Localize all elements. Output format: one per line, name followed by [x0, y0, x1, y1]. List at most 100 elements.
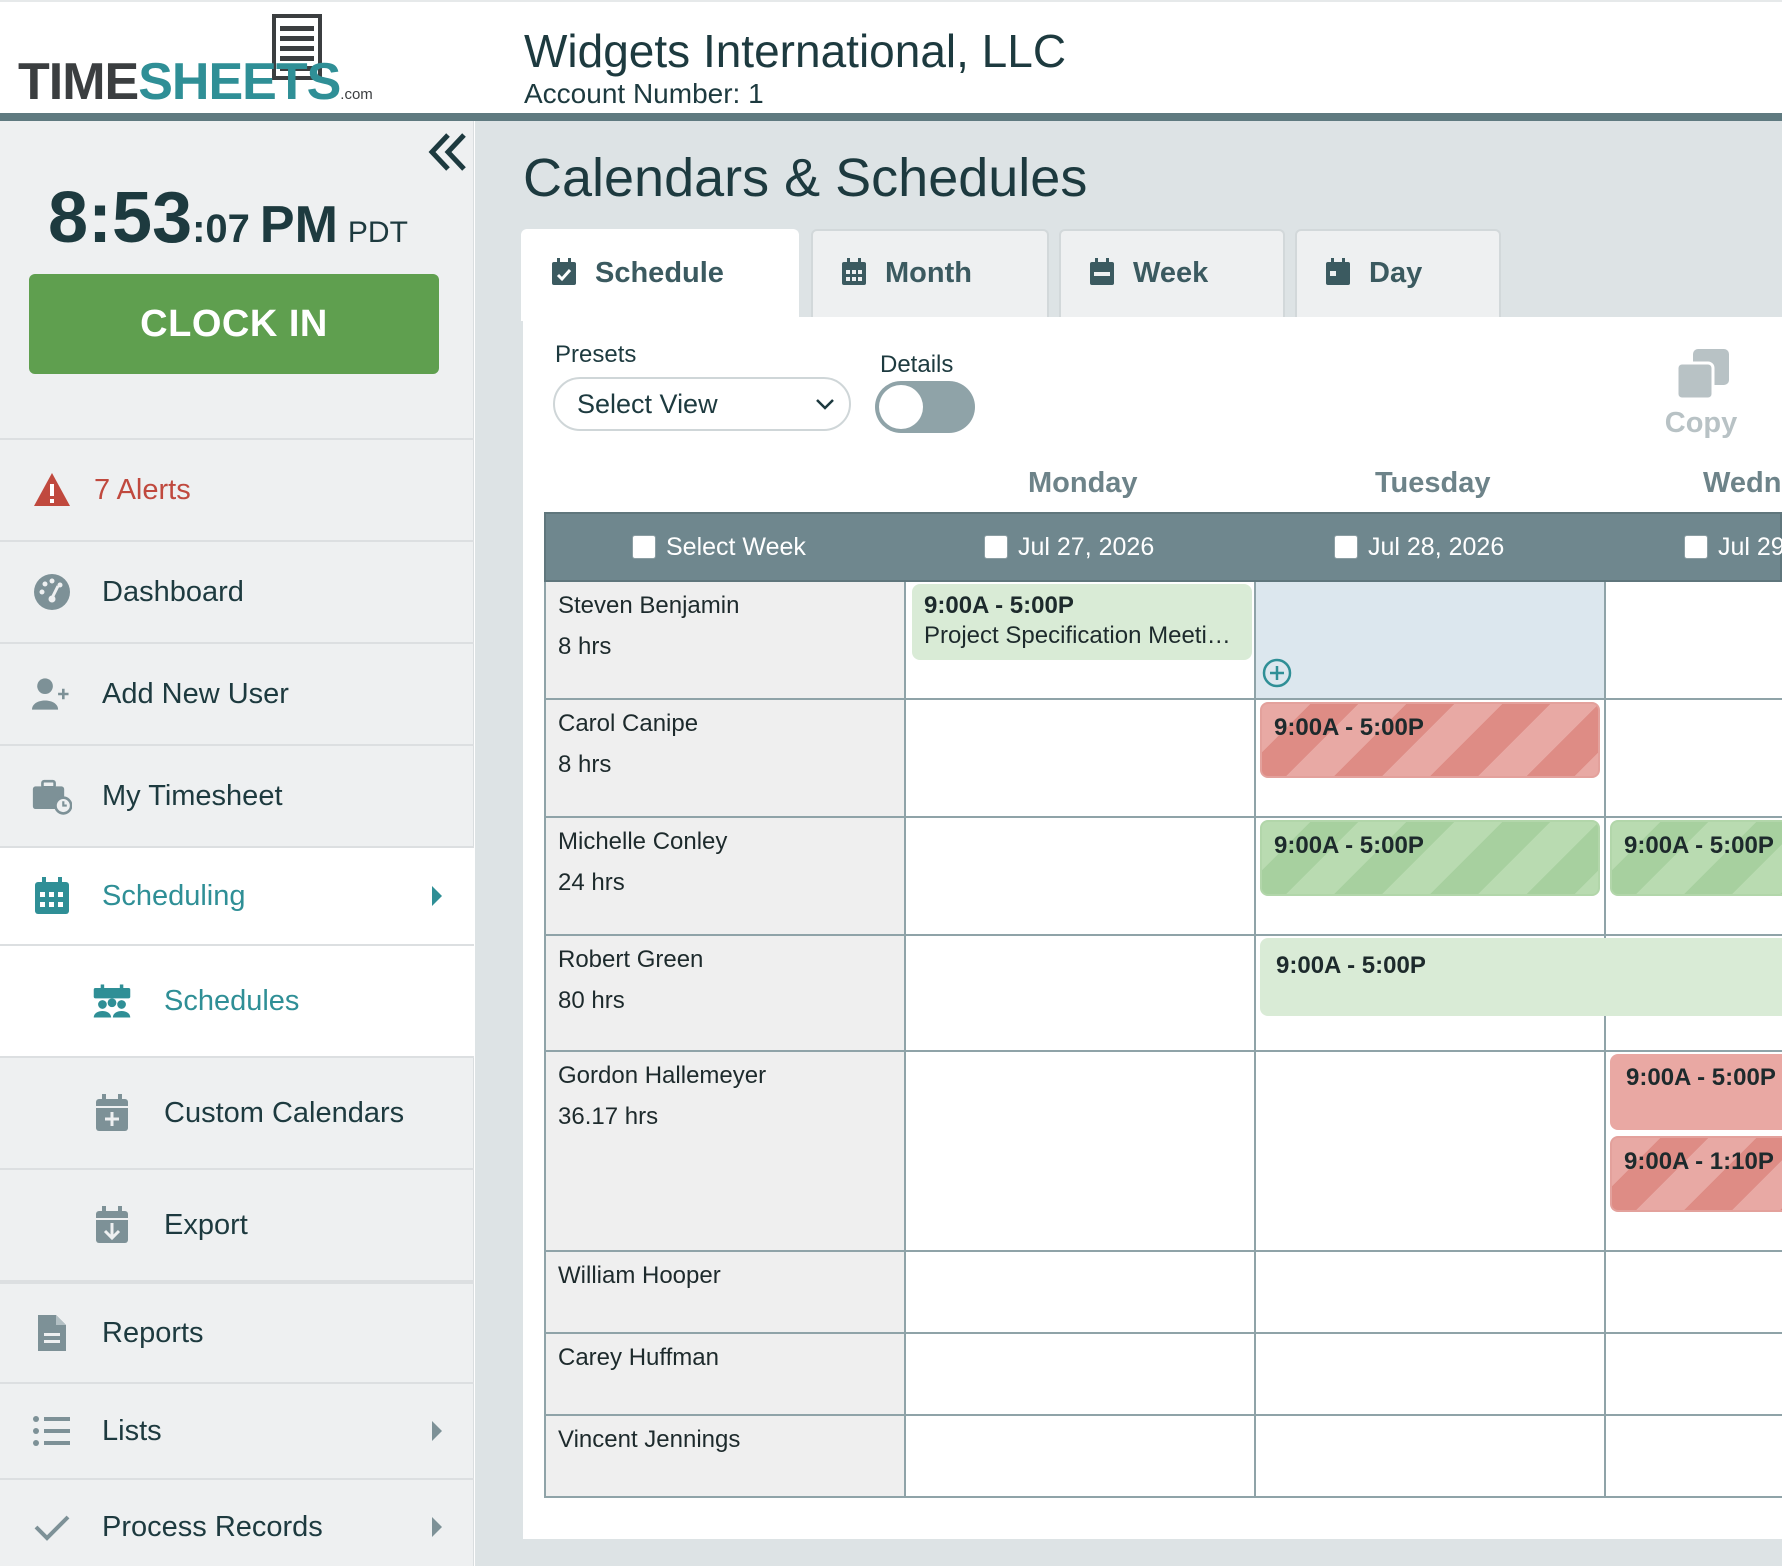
details-toggle[interactable]: [875, 381, 975, 433]
employee-cell[interactable]: Carey Huffman: [546, 1334, 906, 1414]
presets-label: Presets: [555, 341, 637, 368]
sidebar: 8:53:07 PM PDT CLOCK IN 7 Alerts Dashboard: [0, 121, 474, 1566]
logo-wordmark: TIMESHEETS.com: [18, 53, 373, 111]
schedule-panel: Presets Select View Details Copy Monday …: [523, 317, 1782, 1539]
day-cell[interactable]: [1606, 582, 1782, 698]
sidebar-item-scheduling[interactable]: Scheduling: [0, 846, 474, 944]
shift-block[interactable]: 9:00A - 5:00P: [1260, 820, 1600, 896]
table-row: Vincent Jennings: [544, 1416, 1782, 1498]
day-header-wednesday: Wedne: [1703, 467, 1782, 499]
collapse-sidebar-icon[interactable]: [424, 127, 474, 177]
day-cell[interactable]: [906, 700, 1256, 816]
calendar-week-icon: [1090, 258, 1114, 285]
table-row: Michelle Conley 24 hrs 9:00A - 5:00P 9:00…: [544, 818, 1782, 936]
date-checkbox-wednesday[interactable]: Jul 29: [1684, 514, 1782, 580]
sidebar-item-label: Schedules: [164, 984, 300, 1017]
shift-block[interactable]: 9:00A - 5:00P Project Specification Meeti…: [912, 584, 1252, 660]
sidebar-item-custom-calendars[interactable]: Custom Calendars: [0, 1056, 474, 1168]
day-cell[interactable]: [1256, 1416, 1606, 1496]
timesheets-logo[interactable]: TIMESHEETS.com: [18, 14, 373, 111]
day-header-tuesday: Tuesday: [1375, 467, 1491, 499]
employee-cell[interactable]: Gordon Hallemeyer 36.17 hrs: [546, 1052, 906, 1250]
day-cell[interactable]: [1256, 1052, 1606, 1250]
day-cell[interactable]: [1606, 700, 1782, 816]
day-cell[interactable]: [1606, 1334, 1782, 1414]
sidebar-item-lists[interactable]: Lists: [0, 1382, 474, 1478]
calendar-grid-icon: [35, 877, 69, 914]
chevron-down-icon: [816, 399, 834, 410]
table-row: William Hooper: [544, 1252, 1782, 1334]
shift-block[interactable]: 9:00A - 1:10P: [1610, 1136, 1782, 1212]
caret-right-icon: [432, 1421, 442, 1441]
checkbox[interactable]: [984, 535, 1008, 559]
date-checkbox-tuesday[interactable]: Jul 28, 2026: [1334, 514, 1504, 580]
sidebar-item-process-records[interactable]: Process Records: [0, 1478, 474, 1566]
day-cell[interactable]: [1256, 1252, 1606, 1332]
day-cell[interactable]: [906, 818, 1256, 934]
sidebar-item-alerts[interactable]: 7 Alerts: [0, 438, 474, 540]
toggle-knob: [879, 385, 923, 429]
employee-cell[interactable]: Carol Canipe 8 hrs: [546, 700, 906, 816]
presets-select[interactable]: Select View: [553, 377, 851, 431]
employee-cell[interactable]: Michelle Conley 24 hrs: [546, 818, 906, 934]
employee-cell[interactable]: Robert Green 80 hrs: [546, 936, 906, 1050]
sidebar-item-my-timesheet[interactable]: My Timesheet: [0, 744, 474, 846]
day-cell[interactable]: [906, 936, 1256, 1050]
sidebar-item-label: Add New User: [102, 677, 289, 710]
day-cell[interactable]: [906, 1052, 1256, 1250]
list-icon: [33, 1416, 70, 1446]
table-row: Steven Benjamin 8 hrs 9:00A - 5:00P Projec…: [544, 582, 1782, 700]
tab-month[interactable]: Month: [811, 229, 1049, 319]
sidebar-item-schedules[interactable]: Schedules: [0, 944, 474, 1056]
sidebar-item-label: 7 Alerts: [94, 473, 191, 506]
table-row: Gordon Hallemeyer 36.17 hrs 9:00A - 5:00P…: [544, 1052, 1782, 1252]
grid-header-row: Select Week Jul 27, 2026 Jul 28, 2026 Ju…: [544, 512, 1782, 582]
shift-block[interactable]: 9:00A - 5:00P: [1610, 820, 1782, 896]
dashboard-gauge-icon: [34, 574, 70, 610]
sidebar-item-add-new-user[interactable]: Add New User: [0, 642, 474, 744]
tab-day[interactable]: Day: [1295, 229, 1501, 319]
sidebar-item-dashboard[interactable]: Dashboard: [0, 540, 474, 642]
table-row: Robert Green 80 hrs 9:00A - 5:00P: [544, 936, 1782, 1052]
sidebar-item-label: Reports: [102, 1316, 204, 1349]
sidebar-item-reports[interactable]: Reports: [0, 1280, 474, 1382]
employee-cell[interactable]: Vincent Jennings: [546, 1416, 906, 1496]
checkbox[interactable]: [1334, 535, 1358, 559]
copy-button[interactable]: Copy: [1653, 347, 1749, 439]
checkbox[interactable]: [1684, 535, 1708, 559]
sidebar-nav: 7 Alerts Dashboard Add New User My Times…: [0, 438, 474, 1566]
date-checkbox-monday[interactable]: Jul 27, 2026: [984, 514, 1154, 580]
shift-block[interactable]: 9:00A - 5:00P: [1610, 1054, 1782, 1130]
shift-block[interactable]: 9:00A - 5:00P: [1260, 702, 1600, 778]
day-cell[interactable]: [1606, 1252, 1782, 1332]
tab-week[interactable]: Week: [1059, 229, 1285, 319]
sidebar-item-label: Process Records: [102, 1510, 323, 1543]
table-row: Carey Huffman: [544, 1334, 1782, 1416]
sidebar-item-label: Lists: [102, 1414, 162, 1447]
header-divider: [0, 113, 1782, 121]
sidebar-item-label: My Timesheet: [102, 779, 283, 812]
calendar-check-icon: [552, 258, 576, 285]
day-cell[interactable]: [1606, 1416, 1782, 1496]
copy-icon: [1675, 349, 1729, 401]
employee-cell[interactable]: Steven Benjamin 8 hrs: [546, 582, 906, 698]
checkbox[interactable]: [632, 535, 656, 559]
clock-in-button[interactable]: CLOCK IN: [29, 274, 439, 374]
details-label: Details: [880, 351, 954, 378]
day-header-monday: Monday: [1028, 467, 1138, 499]
day-cell[interactable]: [906, 1416, 1256, 1496]
day-cell[interactable]: [1256, 1334, 1606, 1414]
caret-right-icon: [432, 1517, 442, 1537]
sidebar-item-export[interactable]: Export: [0, 1168, 474, 1280]
current-time: 8:53:07 PM PDT: [48, 178, 408, 258]
shift-block[interactable]: 9:00A - 5:00P: [1260, 938, 1782, 1016]
day-cell[interactable]: [1256, 582, 1606, 698]
checkmark-icon: [34, 1515, 70, 1541]
select-week-checkbox[interactable]: Select Week: [632, 514, 806, 580]
day-cell[interactable]: [906, 1252, 1256, 1332]
table-row: Carol Canipe 8 hrs 9:00A - 5:00P: [544, 700, 1782, 818]
tab-schedule[interactable]: Schedule: [521, 229, 799, 321]
add-shift-icon[interactable]: [1262, 658, 1292, 688]
day-cell[interactable]: [906, 1334, 1256, 1414]
employee-cell[interactable]: William Hooper: [546, 1252, 906, 1332]
